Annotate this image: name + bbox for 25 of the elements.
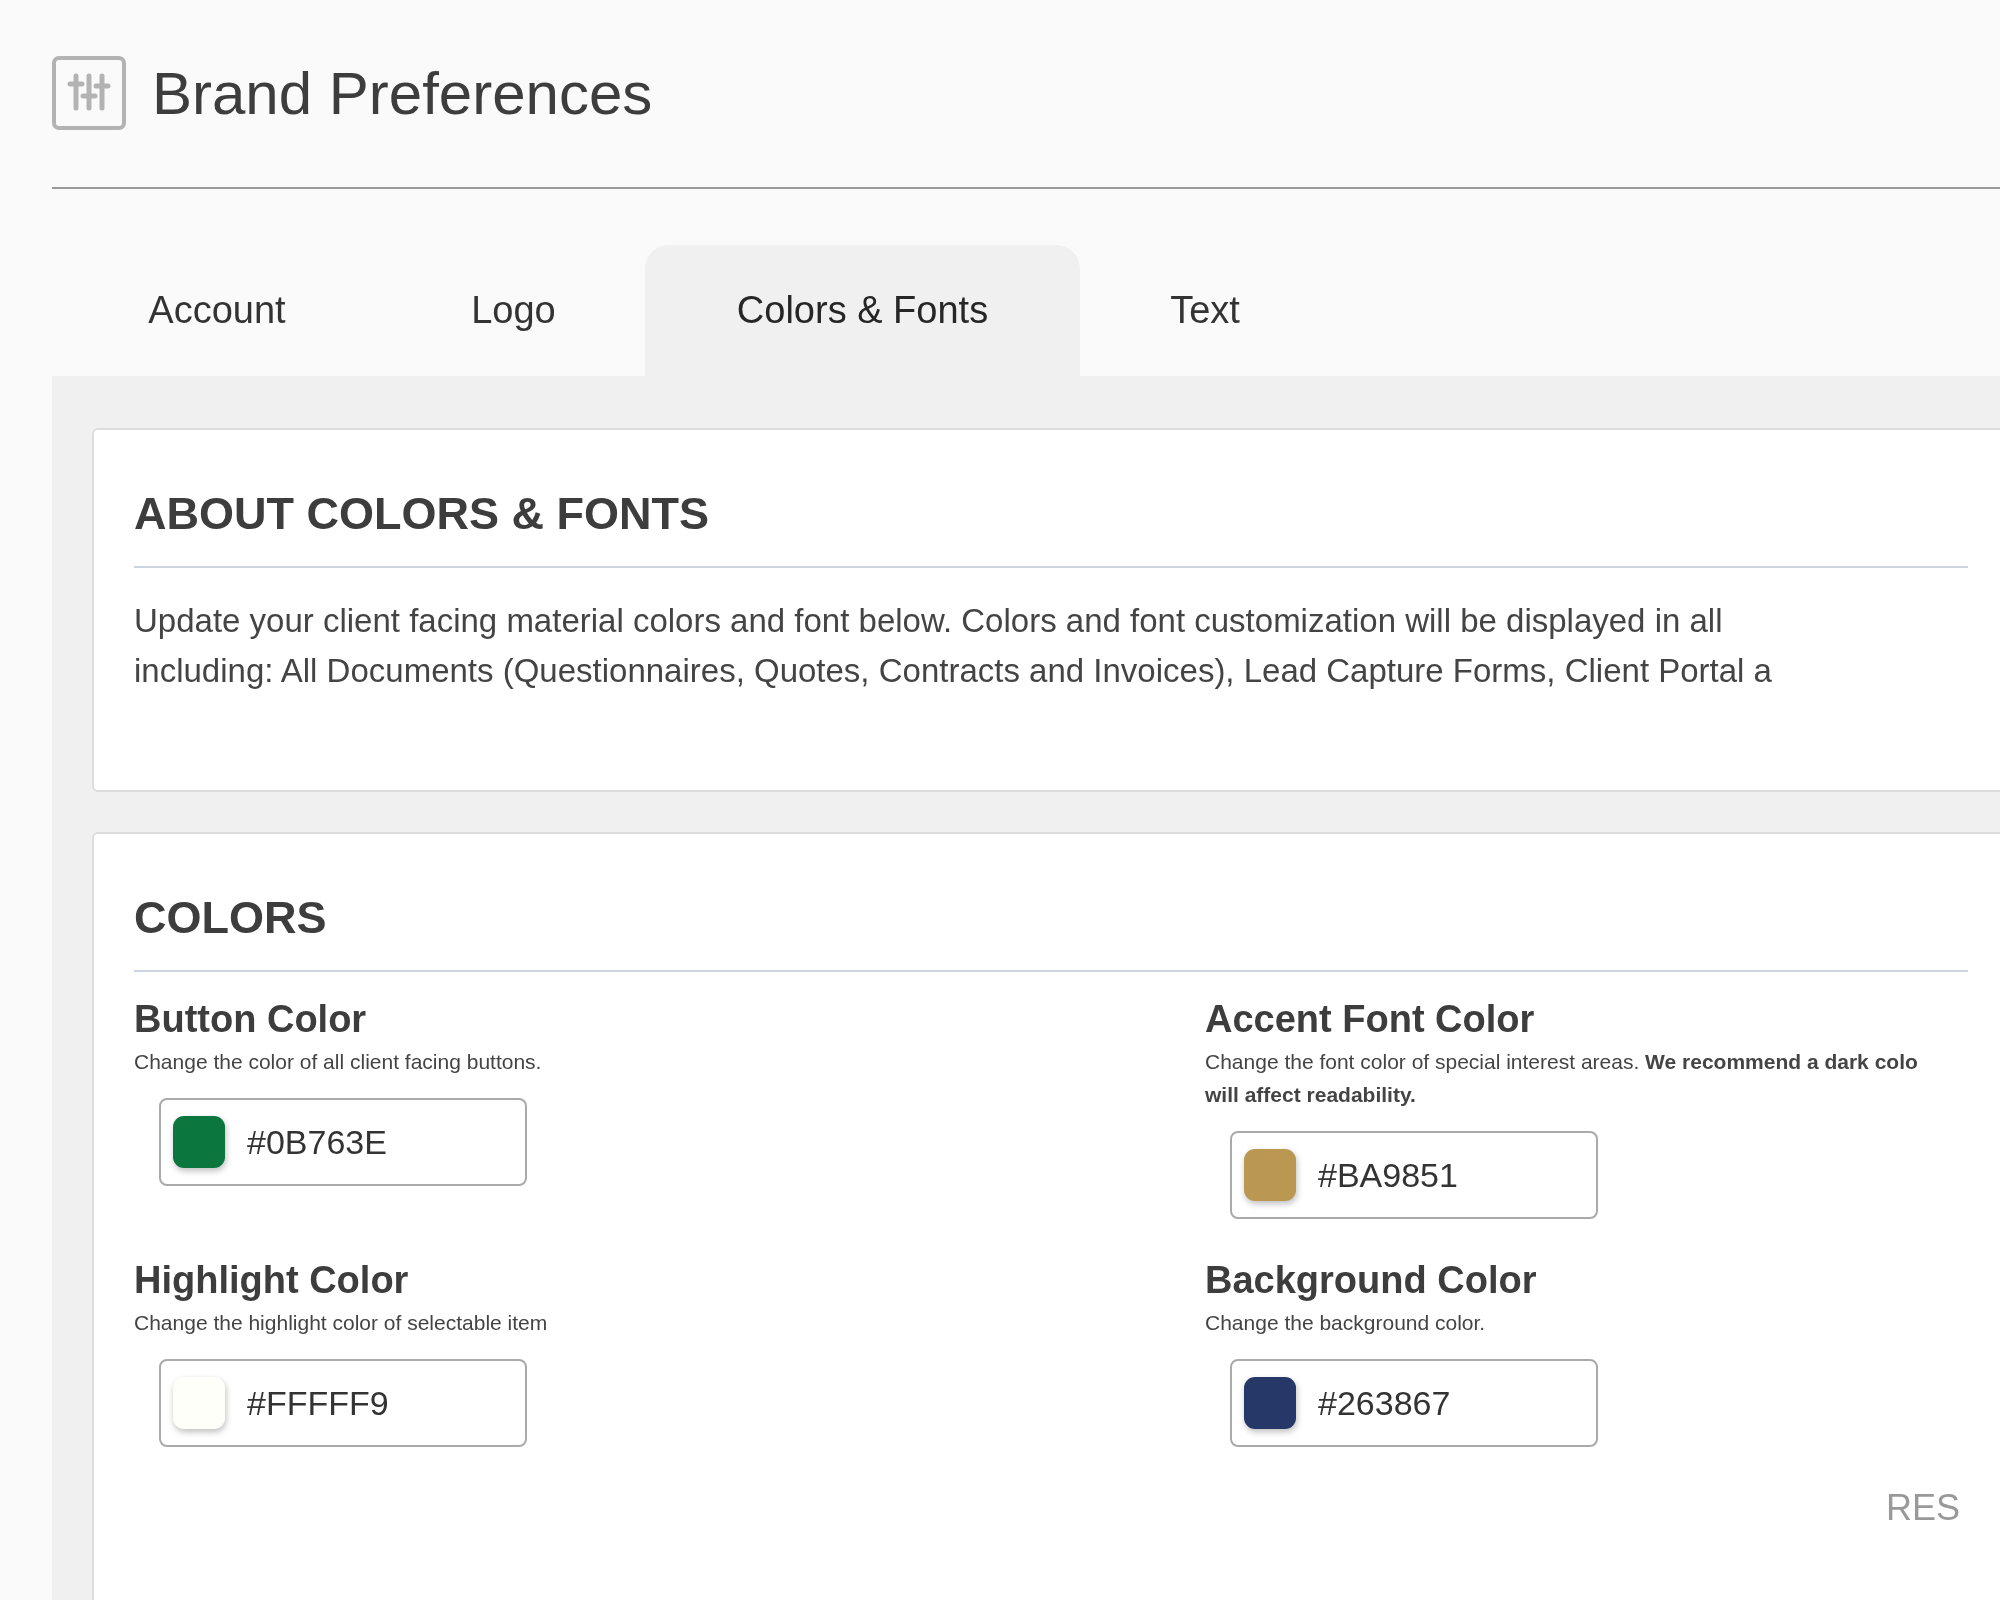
field-description: Change the font color of special interest areas. We recommend a dark colo will affect readability. [1205,1049,1919,1108]
field-label: Accent Font Color [1205,998,1536,1041]
section-heading: COLORS [134,891,328,944]
color-input[interactable]: #BA9851 [1230,1131,1598,1219]
field-description: Change the background color. [1205,1310,1487,1336]
color-input[interactable]: #FFFFF9 [159,1359,527,1447]
color-swatch[interactable] [173,1377,225,1429]
field-description: Change the color of all client facing buttons. [134,1049,543,1075]
section-heading: ABOUT COLORS & FONTS [134,487,710,540]
tab[interactable]: Account [52,245,382,376]
color-swatch[interactable] [1244,1149,1296,1201]
tab[interactable]: Text [1080,245,1330,376]
about-paragraph: Update your client facing material colors and font below. Colors and font customization will be displayed in all including: All Documents (Questionnaires, Quotes, Contracts and Invoices), Lead Capture Forms, Client Portal a [134,601,1773,691]
field-label: Highlight Color [134,1259,410,1302]
color-input[interactable]: #263867 [1230,1359,1598,1447]
sliders-icon [52,56,126,130]
color-swatch[interactable] [1244,1377,1296,1429]
tab[interactable]: Logo [382,245,645,376]
field-label: Button Color [134,998,368,1041]
tab[interactable]: Colors & Fonts [645,245,1080,376]
color-input[interactable]: #0B763E [159,1098,527,1186]
field-label: Background Color [1205,1259,1538,1302]
page-title: Brand Preferences [152,58,653,128]
field-description: Change the highlight color of selectable item [134,1310,549,1336]
color-swatch[interactable] [173,1116,225,1168]
